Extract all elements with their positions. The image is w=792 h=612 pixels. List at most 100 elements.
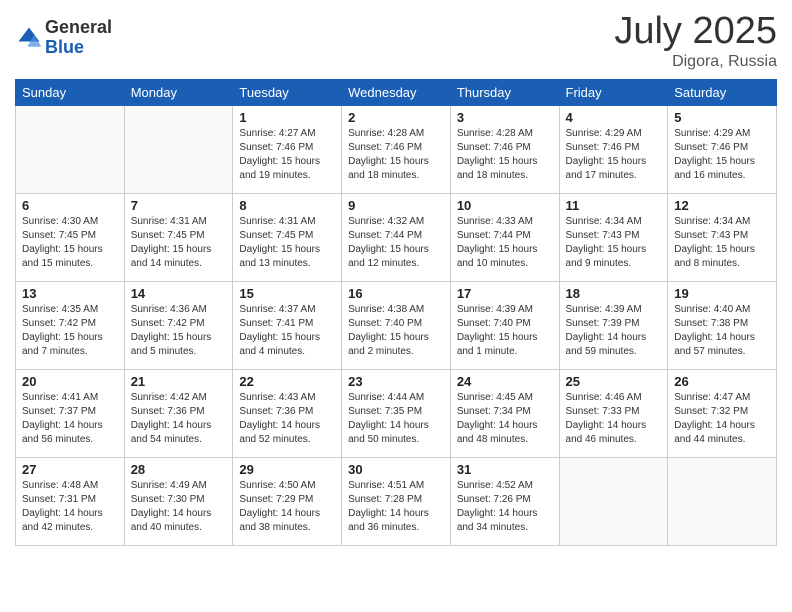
daylight-text: Daylight: 15 hours and 15 minutes.: [22, 243, 118, 271]
sunrise-text: Sunrise: 4:28 AM: [457, 127, 553, 141]
day-number: 25: [566, 374, 662, 389]
logo: General Blue: [15, 18, 112, 58]
daylight-text: Daylight: 15 hours and 2 minutes.: [348, 331, 444, 359]
week-row-5: 27Sunrise: 4:48 AMSunset: 7:31 PMDayligh…: [16, 458, 777, 546]
logo-general-text: General: [45, 18, 112, 38]
daylight-text: Daylight: 15 hours and 10 minutes.: [457, 243, 553, 271]
sunrise-text: Sunrise: 4:34 AM: [674, 215, 770, 229]
day-number: 21: [131, 374, 227, 389]
day-cell: 22 Sunrise: 4:43 AMSunset: 7:36 PMDayligh…: [233, 370, 342, 458]
day-number: 14: [131, 286, 227, 301]
sunrise-text: Sunrise: 4:32 AM: [348, 215, 444, 229]
day-cell: 28Sunrise: 4:49 AMSunset: 7:30 PMDayligh…: [124, 458, 233, 546]
daylight-text: Daylight: 15 hours and 16 minutes.: [674, 155, 770, 183]
day-number: 8: [239, 198, 335, 213]
daylight-text: Daylight: 15 hours and 5 minutes.: [131, 331, 227, 359]
daylight-text: Daylight: 14 hours and 50 minutes.: [348, 419, 444, 447]
sunrise-text: Sunrise: 4:30 AM: [22, 215, 118, 229]
day-number: 10: [457, 198, 553, 213]
sunrise-text: Sunrise: 4:38 AM: [348, 303, 444, 317]
sunrise-text: Sunrise: 4:28 AM: [348, 127, 444, 141]
sunrise-text: Sunrise: 4:33 AM: [457, 215, 553, 229]
day-info: Sunrise: 4:39 AMSunset: 7:39 PMDaylight:…: [566, 303, 662, 359]
weekday-header-row: Sunday Monday Tuesday Wednesday Thursday…: [16, 80, 777, 106]
day-cell: 25Sunrise: 4:46 AMSunset: 7:33 PMDayligh…: [559, 370, 668, 458]
sunset-text: Sunset: 7:38 PM: [674, 317, 770, 331]
week-row-2: 6Sunrise: 4:30 AMSunset: 7:45 PMDaylight…: [16, 194, 777, 282]
daylight-text: Daylight: 14 hours and 56 minutes.: [22, 419, 118, 447]
daylight-text: Daylight: 14 hours and 36 minutes.: [348, 507, 444, 535]
day-number: 16: [348, 286, 444, 301]
day-cell: 21Sunrise: 4:42 AMSunset: 7:36 PMDayligh…: [124, 370, 233, 458]
day-cell: 24Sunrise: 4:45 AMSunset: 7:34 PMDayligh…: [450, 370, 559, 458]
daylight-text: Daylight: 14 hours and 44 minutes.: [674, 419, 770, 447]
sunrise-text: Sunrise: 4:31 AM: [239, 215, 335, 229]
sunrise-text: Sunrise: 4:27 AM: [239, 127, 335, 141]
sunset-text: Sunset: 7:46 PM: [348, 141, 444, 155]
sunrise-text: Sunrise: 4:39 AM: [566, 303, 662, 317]
day-number: 4: [566, 110, 662, 125]
day-number: 22: [239, 374, 335, 389]
sunrise-text: Sunrise: 4:52 AM: [457, 479, 553, 493]
sunset-text: Sunset: 7:29 PM: [239, 493, 335, 507]
day-cell: 16 Sunrise: 4:38 AMSunset: 7:40 PMDayligh…: [342, 282, 451, 370]
day-number: 20: [22, 374, 118, 389]
sunset-text: Sunset: 7:37 PM: [22, 405, 118, 419]
daylight-text: Daylight: 14 hours and 57 minutes.: [674, 331, 770, 359]
sunset-text: Sunset: 7:42 PM: [131, 317, 227, 331]
sunrise-text: Sunrise: 4:39 AM: [457, 303, 553, 317]
daylight-text: Daylight: 15 hours and 14 minutes.: [131, 243, 227, 271]
day-info: Sunrise: 4:34 AMSunset: 7:43 PMDaylight:…: [566, 215, 662, 271]
col-sunday: Sunday: [16, 80, 125, 106]
sunset-text: Sunset: 7:40 PM: [348, 317, 444, 331]
day-cell: 11 Sunrise: 4:34 AMSunset: 7:43 PMDayligh…: [559, 194, 668, 282]
daylight-text: Daylight: 15 hours and 9 minutes.: [566, 243, 662, 271]
sunset-text: Sunset: 7:28 PM: [348, 493, 444, 507]
daylight-text: Daylight: 15 hours and 8 minutes.: [674, 243, 770, 271]
sunset-text: Sunset: 7:30 PM: [131, 493, 227, 507]
day-info: Sunrise: 4:37 AMSunset: 7:41 PMDaylight:…: [239, 303, 335, 359]
day-info: Sunrise: 4:34 AMSunset: 7:43 PMDaylight:…: [674, 215, 770, 271]
day-number: 13: [22, 286, 118, 301]
day-number: 11: [566, 198, 662, 213]
sunrise-text: Sunrise: 4:36 AM: [131, 303, 227, 317]
daylight-text: Daylight: 15 hours and 12 minutes.: [348, 243, 444, 271]
daylight-text: Daylight: 14 hours and 48 minutes.: [457, 419, 553, 447]
title-block: July 2025 Digora, Russia: [614, 10, 777, 71]
day-cell: 12Sunrise: 4:34 AMSunset: 7:43 PMDayligh…: [668, 194, 777, 282]
sunrise-text: Sunrise: 4:50 AM: [239, 479, 335, 493]
sunrise-text: Sunrise: 4:40 AM: [674, 303, 770, 317]
daylight-text: Daylight: 14 hours and 46 minutes.: [566, 419, 662, 447]
day-number: 3: [457, 110, 553, 125]
daylight-text: Daylight: 15 hours and 7 minutes.: [22, 331, 118, 359]
day-number: 29: [239, 462, 335, 477]
day-info: Sunrise: 4:43 AMSunset: 7:36 PMDaylight:…: [239, 391, 335, 447]
daylight-text: Daylight: 14 hours and 54 minutes.: [131, 419, 227, 447]
sunrise-text: Sunrise: 4:47 AM: [674, 391, 770, 405]
day-number: 31: [457, 462, 553, 477]
daylight-text: Daylight: 15 hours and 1 minute.: [457, 331, 553, 359]
day-number: 9: [348, 198, 444, 213]
day-info: Sunrise: 4:29 AMSunset: 7:46 PMDaylight:…: [674, 127, 770, 183]
sunrise-text: Sunrise: 4:29 AM: [566, 127, 662, 141]
day-cell: 18Sunrise: 4:39 AMSunset: 7:39 PMDayligh…: [559, 282, 668, 370]
logo-text: General Blue: [45, 18, 112, 58]
sunset-text: Sunset: 7:42 PM: [22, 317, 118, 331]
day-info: Sunrise: 4:29 AMSunset: 7:46 PMDaylight:…: [566, 127, 662, 183]
page: General Blue July 2025 Digora, Russia Su…: [0, 0, 792, 612]
sunrise-text: Sunrise: 4:46 AM: [566, 391, 662, 405]
sunrise-text: Sunrise: 4:48 AM: [22, 479, 118, 493]
day-cell: 26Sunrise: 4:47 AMSunset: 7:32 PMDayligh…: [668, 370, 777, 458]
sunrise-text: Sunrise: 4:31 AM: [131, 215, 227, 229]
day-info: Sunrise: 4:47 AMSunset: 7:32 PMDaylight:…: [674, 391, 770, 447]
day-cell: 9Sunrise: 4:32 AMSunset: 7:44 PMDaylight…: [342, 194, 451, 282]
calendar-table: Sunday Monday Tuesday Wednesday Thursday…: [15, 79, 777, 546]
sunset-text: Sunset: 7:35 PM: [348, 405, 444, 419]
sunset-text: Sunset: 7:36 PM: [239, 405, 335, 419]
day-cell: 31Sunrise: 4:52 AMSunset: 7:26 PMDayligh…: [450, 458, 559, 546]
day-info: Sunrise: 4:50 AMSunset: 7:29 PMDaylight:…: [239, 479, 335, 535]
sunset-text: Sunset: 7:45 PM: [22, 229, 118, 243]
sunset-text: Sunset: 7:45 PM: [239, 229, 335, 243]
day-cell: [16, 106, 125, 194]
sunset-text: Sunset: 7:36 PM: [131, 405, 227, 419]
